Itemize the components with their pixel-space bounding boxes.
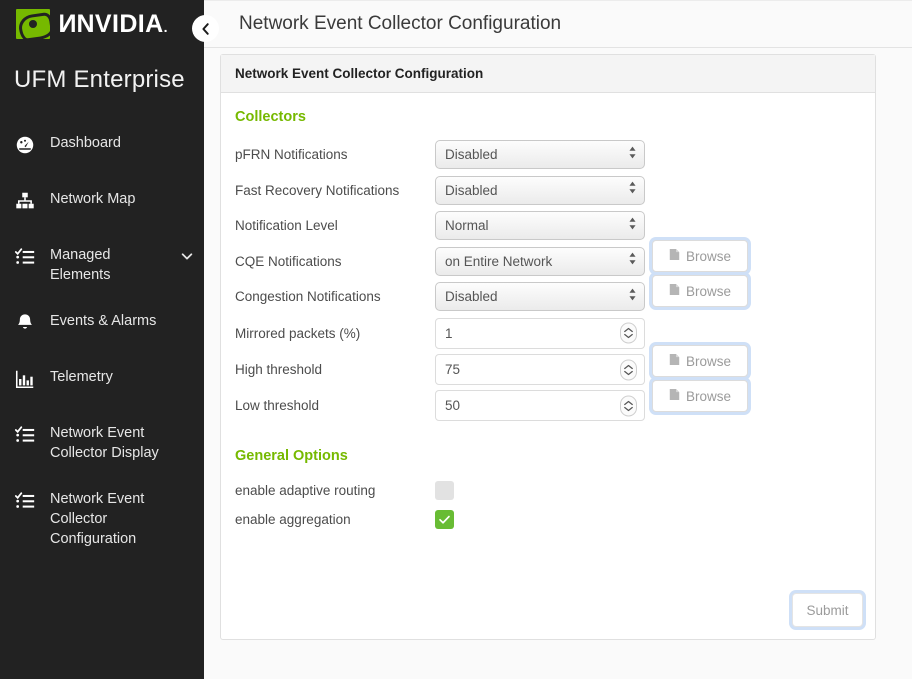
field-label: Fast Recovery Notifications (235, 183, 435, 198)
form-row: Mirrored packets (%) (235, 315, 861, 352)
brand-row: NNVIDIA. (0, 0, 204, 48)
topbar: Network Event Collector Configuration (204, 0, 912, 48)
sidebar-item-label: Telemetry (50, 367, 194, 387)
panel-body: Collectors pFRN Notifications Disabled F… (221, 93, 875, 639)
browse-label: Browse (686, 249, 731, 264)
chevron-down-icon[interactable] (180, 249, 194, 263)
nvidia-eye-logo-icon (16, 9, 50, 39)
sidebar-item-label: Network Map (50, 189, 194, 209)
sidebar-item-label: Network Event Collector Configuration (50, 489, 194, 549)
sidebar-item-network-event-collector-display[interactable]: Network Event Collector Display (0, 410, 204, 476)
panel-header: Network Event Collector Configuration (221, 55, 875, 93)
file-icon (669, 353, 680, 369)
general-option-row: enable aggregation (235, 505, 861, 534)
select-wrapper: Disabled (435, 176, 645, 205)
spinner-stepper[interactable] (620, 359, 637, 380)
form-row: pFRN Notifications Disabled (235, 137, 861, 173)
sidebar-nav: Dashboard Network Map (0, 114, 204, 562)
high-threshold-input[interactable] (435, 354, 645, 385)
field-label: High threshold (235, 362, 435, 377)
back-button[interactable] (192, 15, 219, 42)
spinner-stepper[interactable] (620, 323, 637, 344)
sidebar-item-dashboard[interactable]: Dashboard (0, 120, 204, 176)
field-label: CQE Notifications (235, 254, 435, 269)
field-label: Notification Level (235, 218, 435, 233)
low-threshold-input[interactable] (435, 390, 645, 421)
browse-button-cqe[interactable]: Browse (652, 345, 748, 377)
field-label: Congestion Notifications (235, 289, 435, 304)
file-icon (669, 388, 680, 404)
checklist-icon (14, 424, 38, 446)
sidebar-item-managed-elements[interactable]: Managed Elements (0, 232, 204, 298)
sidebar-item-telemetry[interactable]: Telemetry (0, 354, 204, 410)
chevron-left-icon (199, 22, 213, 36)
dashboard-gauge-icon (14, 134, 38, 156)
select-wrapper: Disabled (435, 140, 645, 169)
nvidia-wordmark-text: NVIDIA (76, 10, 163, 38)
network-map-icon (14, 190, 38, 212)
app-title: UFM Enterprise (0, 48, 204, 114)
select-wrapper: Normal (435, 211, 645, 240)
congestion-notifications-select[interactable]: Disabled (435, 282, 645, 311)
fast-recovery-notifications-select[interactable]: Disabled (435, 176, 645, 205)
sidebar-item-label: Events & Alarms (50, 311, 194, 331)
file-icon (669, 283, 680, 299)
spinner-stepper[interactable] (620, 395, 637, 416)
nvidia-logo: NNVIDIA. (16, 9, 168, 39)
field-label: pFRN Notifications (235, 147, 435, 162)
form-row: Notification Level Normal (235, 208, 861, 244)
configuration-panel: Network Event Collector Configuration Co… (220, 54, 876, 640)
nvidia-wordmark-dot: . (164, 19, 168, 35)
number-wrapper (435, 354, 645, 385)
field-label: enable adaptive routing (235, 483, 435, 498)
nvidia-wordmark: NNVIDIA. (58, 12, 168, 37)
field-label: Low threshold (235, 398, 435, 413)
form-row: Fast Recovery Notifications Disabled (235, 173, 861, 209)
enable-aggregation-checkbox[interactable] (435, 510, 454, 529)
select-wrapper: on Entire Network (435, 247, 645, 276)
form-row: Low threshold (235, 388, 861, 424)
sidebar-item-network-event-collector-configuration[interactable]: Network Event Collector Configuration (0, 476, 204, 562)
page-title: Network Event Collector Configuration (239, 13, 561, 35)
browse-label: Browse (686, 389, 731, 404)
pfrn-notifications-select[interactable]: Disabled (435, 140, 645, 169)
select-wrapper: Disabled (435, 282, 645, 311)
number-wrapper (435, 390, 645, 421)
enable-adaptive-routing-checkbox[interactable] (435, 481, 454, 500)
general-option-row: enable adaptive routing (235, 476, 861, 505)
collectors-section-title: Collectors (235, 109, 861, 125)
sidebar-item-label: Dashboard (50, 133, 194, 153)
submit-button[interactable]: Submit (792, 593, 863, 627)
browse-button-fast-recovery[interactable]: Browse (652, 275, 748, 307)
form-row: High threshold (235, 352, 861, 388)
app-root: NNVIDIA. UFM Enterprise Dashboard (0, 0, 912, 679)
field-label: Mirrored packets (%) (235, 326, 435, 341)
bell-icon (14, 312, 38, 334)
notification-level-select[interactable]: Normal (435, 211, 645, 240)
form-row: Congestion Notifications Disabled (235, 279, 861, 315)
browse-button-pfrn[interactable]: Browse (652, 240, 748, 272)
bar-chart-icon (14, 368, 38, 390)
check-icon (438, 513, 451, 526)
cqe-notifications-select[interactable]: on Entire Network (435, 247, 645, 276)
browse-button-congestion[interactable]: Browse (652, 380, 748, 412)
sidebar-item-events-alarms[interactable]: Events & Alarms (0, 298, 204, 354)
browse-label: Browse (686, 354, 731, 369)
browse-label: Browse (686, 284, 731, 299)
checklist-icon (14, 246, 38, 268)
form-row: CQE Notifications on Entire Network (235, 244, 861, 280)
general-options-section-title: General Options (235, 448, 861, 464)
number-wrapper (435, 318, 645, 349)
file-icon (669, 248, 680, 264)
mirrored-packets-input[interactable] (435, 318, 645, 349)
sidebar-item-network-map[interactable]: Network Map (0, 176, 204, 232)
checklist-icon (14, 490, 38, 512)
sidebar: NNVIDIA. UFM Enterprise Dashboard (0, 0, 204, 679)
sidebar-item-label: Network Event Collector Display (50, 423, 194, 463)
sidebar-item-label: Managed Elements (50, 245, 168, 285)
field-label: enable aggregation (235, 512, 435, 527)
